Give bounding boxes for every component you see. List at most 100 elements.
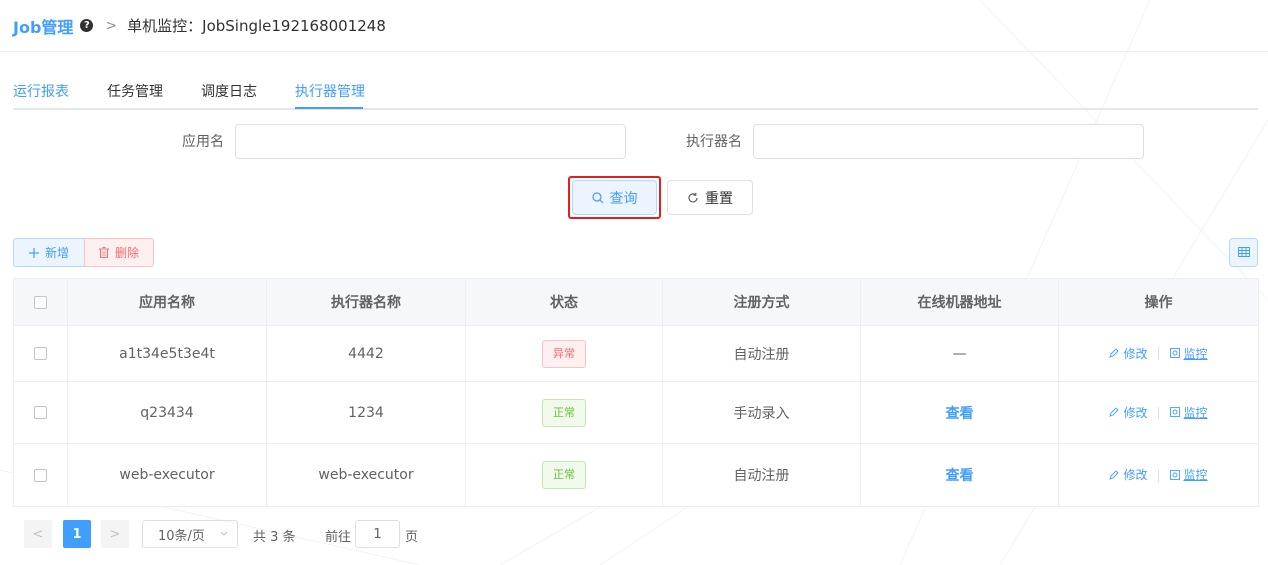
monitor-link[interactable]: 监控: [1169, 345, 1208, 362]
view-address-link[interactable]: 查看: [946, 406, 974, 422]
row-select-cell: [13, 381, 68, 444]
monitor-icon: [1169, 407, 1180, 418]
action-divider: |: [1156, 346, 1161, 361]
row-checkbox[interactable]: [34, 468, 47, 482]
table-columns-button[interactable]: [1229, 238, 1258, 267]
view-address-link[interactable]: 查看: [946, 468, 974, 484]
column-header-status[interactable]: 状态: [465, 278, 663, 326]
monitor-icon: [1169, 469, 1180, 480]
brand-title[interactable]: Job管理: [13, 14, 73, 38]
monitor-icon: [1169, 348, 1180, 359]
column-header-register[interactable]: 注册方式: [662, 278, 861, 326]
edit-link-label: 修改: [1123, 346, 1148, 361]
column-header-app[interactable]: 应用名称: [67, 278, 267, 326]
column-header-address[interactable]: 在线机器地址: [860, 278, 1059, 326]
row-select-cell: [13, 443, 68, 507]
row-checkbox[interactable]: [34, 406, 47, 419]
cell-executor-name: 1234: [266, 381, 466, 444]
edit-link[interactable]: 修改: [1109, 466, 1147, 483]
query-button[interactable]: 查询: [572, 180, 657, 215]
chevron-down-icon: [219, 528, 229, 538]
app-name-input[interactable]: [235, 124, 626, 159]
goto-label: 前往: [325, 530, 352, 545]
table-row: q23434 1234 正常 手动录入 查看 修改 | 监控: [13, 381, 1259, 444]
edit-icon: [1109, 470, 1120, 480]
column-header-executor[interactable]: 执行器名称: [266, 278, 466, 326]
cell-status: 正常: [465, 381, 663, 444]
executor-name-input[interactable]: [753, 124, 1144, 159]
plus-icon: [28, 247, 39, 258]
table-columns-icon: [1237, 245, 1250, 261]
prev-page-button[interactable]: <: [24, 520, 52, 548]
cell-register-type: 自动注册: [662, 325, 861, 382]
row-select-cell: [13, 325, 68, 382]
monitor-link[interactable]: 监控: [1169, 466, 1208, 483]
cell-app-name: web-executor: [67, 443, 267, 507]
edit-link-label: 修改: [1123, 405, 1148, 420]
cell-status: 正常: [465, 443, 663, 507]
breadcrumb-current: 单机监控：JobSingle192168001248: [127, 17, 386, 35]
cell-executor-name: web-executor: [266, 443, 466, 507]
cell-actions: 修改 | 监控: [1058, 325, 1259, 382]
refresh-icon: [687, 192, 699, 204]
executor-table: 应用名称 执行器名称 状态 注册方式 在线机器地址 操作 a1t34e5t3e4…: [13, 278, 1259, 507]
monitor-link-label: 监控: [1183, 346, 1208, 361]
empty-address: —: [952, 345, 967, 362]
add-button[interactable]: 新增: [13, 238, 85, 267]
edit-link[interactable]: 修改: [1109, 404, 1147, 421]
breadcrumb-separator-icon: >: [105, 17, 118, 34]
tab-schedule-log[interactable]: 调度日志: [201, 81, 257, 108]
tab-run-report[interactable]: 运行报表: [13, 81, 69, 108]
cell-executor-name: 4442: [266, 325, 466, 382]
trash-icon: [98, 247, 109, 258]
cell-register-type: 手动录入: [662, 381, 861, 444]
app-name-label: 应用名: [182, 134, 224, 150]
monitor-link-label: 监控: [1183, 468, 1208, 483]
delete-button[interactable]: 删除: [84, 238, 154, 267]
table-row: a1t34e5t3e4t 4442 异常 自动注册 — 修改 | 监控: [13, 325, 1259, 382]
page-size-value: 10条/页: [158, 528, 205, 544]
reset-button-label: 重置: [705, 190, 733, 207]
cell-actions: 修改 | 监控: [1058, 443, 1259, 507]
monitor-link[interactable]: 监控: [1169, 404, 1208, 421]
status-badge: 正常: [542, 398, 586, 427]
active-tab-indicator: [295, 107, 363, 109]
table-header-row: 应用名称 执行器名称 状态 注册方式 在线机器地址 操作: [13, 278, 1259, 326]
query-button-label: 查询: [609, 190, 638, 207]
goto-page-input[interactable]: [355, 520, 400, 548]
executor-name-label: 执行器名: [686, 134, 742, 150]
help-icon[interactable]: ?: [80, 19, 94, 32]
edit-link[interactable]: 修改: [1109, 345, 1147, 362]
tab-task-management[interactable]: 任务管理: [107, 81, 163, 108]
page-suffix: 页: [405, 530, 419, 545]
cell-status: 异常: [465, 325, 663, 382]
cell-app-name: q23434: [67, 381, 267, 444]
monitor-link-label: 监控: [1183, 405, 1208, 420]
page-number-current[interactable]: 1: [63, 520, 91, 548]
edit-link-label: 修改: [1123, 468, 1148, 483]
table-row: web-executor web-executor 正常 自动注册 查看 修改 …: [13, 443, 1259, 507]
cell-register-type: 自动注册: [662, 443, 861, 507]
tab-executor-management[interactable]: 执行器管理: [295, 81, 365, 108]
status-badge: 异常: [542, 339, 586, 368]
header-breadcrumb: Job管理 ? > 单机监控：JobSingle192168001248: [0, 0, 1268, 52]
page-size-select[interactable]: 10条/页: [142, 520, 238, 548]
reset-button[interactable]: 重置: [667, 180, 753, 215]
edit-icon: [1109, 407, 1120, 417]
cell-online-address: 查看: [860, 381, 1059, 444]
next-page-button[interactable]: >: [101, 520, 129, 548]
search-icon: [591, 191, 604, 204]
status-badge: 正常: [542, 461, 586, 489]
select-all-cell: [13, 278, 68, 326]
cell-actions: 修改 | 监控: [1058, 381, 1259, 444]
total-count: 共 3 条: [253, 530, 296, 545]
row-checkbox[interactable]: [34, 347, 47, 360]
column-header-actions: 操作: [1058, 278, 1259, 326]
select-all-checkbox[interactable]: [34, 295, 47, 309]
add-button-label: 新增: [44, 246, 69, 260]
edit-icon: [1109, 348, 1120, 358]
cell-online-address: —: [860, 325, 1059, 382]
delete-button-label: 删除: [114, 246, 139, 260]
action-divider: |: [1156, 405, 1161, 420]
cell-app-name: a1t34e5t3e4t: [67, 325, 267, 382]
